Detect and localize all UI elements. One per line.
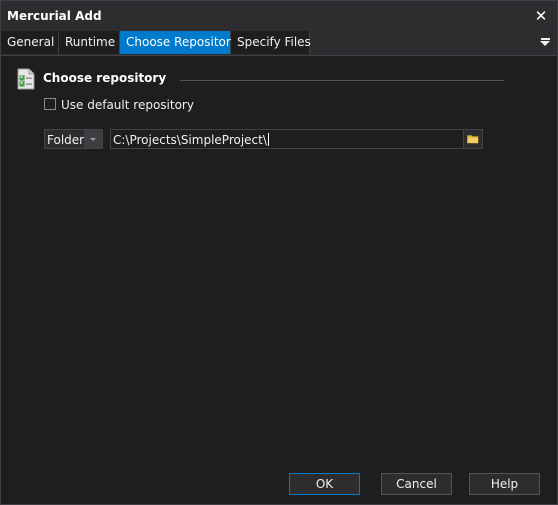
tab-specify-files[interactable]: Specify Files bbox=[231, 31, 311, 54]
repo-type-dropdown[interactable]: Folder bbox=[44, 129, 103, 149]
repo-path-input[interactable]: C:\Projects\SimpleProject\ bbox=[110, 129, 483, 149]
browse-folder-button[interactable] bbox=[463, 130, 482, 148]
section-title: Choose repository bbox=[43, 71, 167, 85]
dialog-window: Mercurial Add ✕ General Runtime Choose R… bbox=[0, 0, 558, 505]
use-default-label[interactable]: Use default repository bbox=[61, 98, 194, 112]
cancel-button[interactable]: Cancel bbox=[381, 473, 452, 495]
tab-menu-icon bbox=[540, 38, 550, 46]
section-divider bbox=[180, 80, 504, 81]
tab-runtime[interactable]: Runtime bbox=[59, 31, 120, 54]
tab-menu-button[interactable] bbox=[537, 34, 553, 50]
tab-bar: General Runtime Choose Repository Specif… bbox=[1, 31, 557, 56]
repo-type-value: Folder bbox=[47, 133, 85, 147]
text-caret bbox=[267, 133, 269, 146]
close-button[interactable]: ✕ bbox=[529, 4, 553, 28]
tab-general[interactable]: General bbox=[1, 31, 59, 54]
dropdown-arrow-icon[interactable] bbox=[84, 130, 102, 148]
window-title: Mercurial Add bbox=[7, 9, 102, 23]
ok-button[interactable]: OK bbox=[289, 473, 360, 495]
title-bar: Mercurial Add ✕ bbox=[1, 1, 557, 31]
tab-choose-repository[interactable]: Choose Repository bbox=[120, 31, 238, 54]
checklist-icon bbox=[17, 68, 35, 90]
repo-path-value: C:\Projects\SimpleProject\ bbox=[113, 133, 267, 147]
close-icon: ✕ bbox=[534, 7, 548, 25]
folder-icon bbox=[467, 135, 479, 144]
help-button[interactable]: Help bbox=[469, 473, 540, 495]
use-default-checkbox[interactable] bbox=[44, 98, 56, 110]
